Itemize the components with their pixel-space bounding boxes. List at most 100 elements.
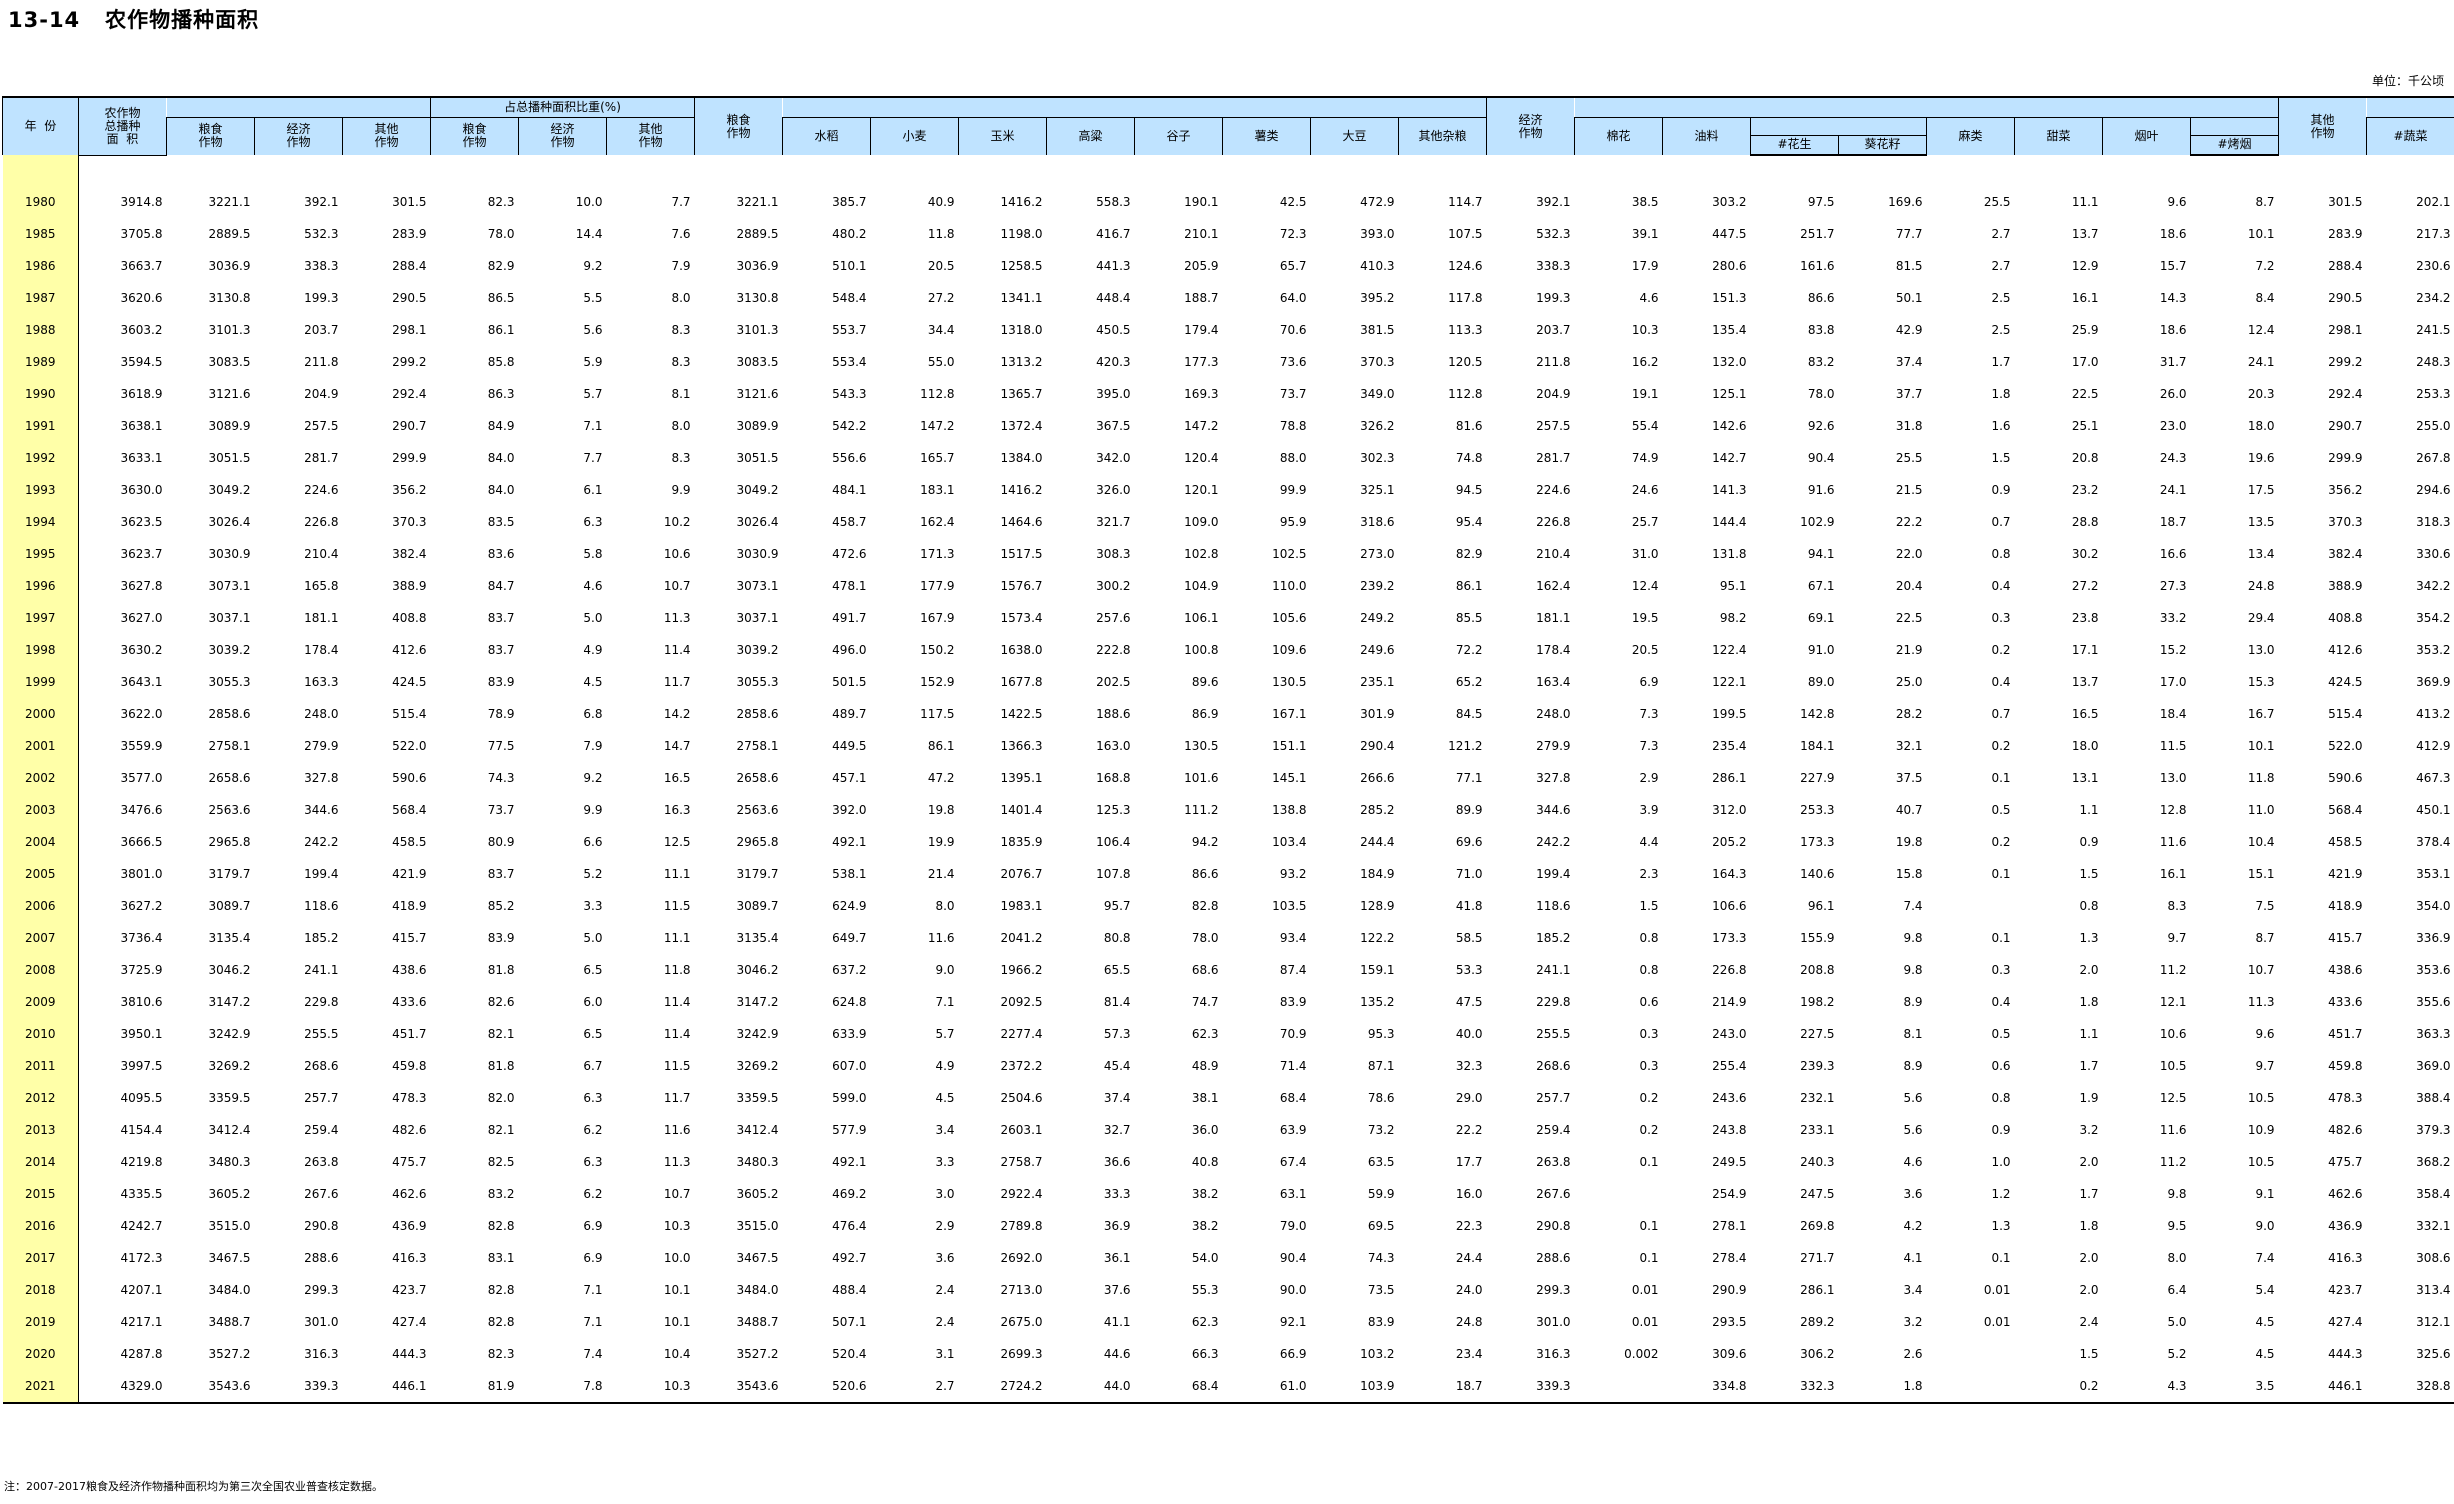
value-cell: 23.8 (2071, 611, 2099, 625)
value-cell: 17.5 (2247, 483, 2275, 497)
header-rice: 水稻 (782, 116, 872, 155)
value-cell: 273.0 (1360, 547, 1395, 561)
value-cell: 155.9 (1800, 931, 1835, 945)
value-cell: 9.8 (2167, 1187, 2187, 1201)
value-cell: 288.6 (304, 1251, 339, 1265)
value-cell: 290.9 (1712, 1283, 1747, 1297)
value-cell: 120.1 (1184, 483, 1219, 497)
value-cell: 2889.5 (736, 227, 779, 241)
value-cell: 349.0 (1360, 387, 1395, 401)
value-cell: 92.6 (1807, 419, 1835, 433)
header-wheat: 小麦 (870, 116, 960, 155)
value-cell: 1401.4 (1000, 803, 1043, 817)
value-cell: 1.8 (2079, 995, 2099, 1009)
value-cell: 2965.8 (736, 835, 779, 849)
value-cell: 120.5 (1448, 355, 1483, 369)
value-cell: 8.7 (2255, 195, 2275, 209)
year-cell: 1997 (2, 602, 79, 634)
year-cell: 2000 (2, 698, 79, 730)
value-cell: 3630.2 (120, 643, 163, 657)
value-cell: 318.3 (2416, 515, 2451, 529)
value-cell: 122.2 (1360, 931, 1395, 945)
value-cell: 3.9 (1639, 803, 1659, 817)
value-cell: 484.1 (832, 483, 867, 497)
year-cell: 1987 (2, 282, 79, 314)
value-cell: 89.0 (1807, 675, 1835, 689)
value-cell: 10.7 (663, 1187, 691, 1201)
value-cell: 179.4 (1184, 323, 1219, 337)
value-cell: 83.9 (487, 931, 515, 945)
value-cell: 198.2 (1800, 995, 1835, 1009)
value-cell: 415.7 (392, 931, 427, 945)
value-cell: 82.9 (1455, 547, 1483, 561)
value-cell: 363.3 (2416, 1027, 2451, 1041)
year-cell: 2012 (2, 1082, 79, 1114)
value-cell: 3242.9 (208, 1027, 251, 1041)
value-cell: 4172.3 (120, 1251, 163, 1265)
value-cell: 89.9 (1455, 803, 1483, 817)
value-cell: 171.3 (920, 547, 955, 561)
value-cell: 299.9 (392, 451, 427, 465)
table-row: 2002 3577.0 2658.6 327.8 590.6 74.3 9.2 16.5 265… (2, 762, 2454, 794)
value-cell: 3359.5 (736, 1091, 779, 1105)
value-cell: 267.8 (2416, 451, 2451, 465)
value-cell: 3026.4 (736, 515, 779, 529)
year-cell: 2019 (2, 1306, 79, 1338)
value-cell: 382.4 (392, 547, 427, 561)
value-cell: 257.5 (1536, 419, 1571, 433)
value-cell: 2.4 (935, 1315, 955, 1329)
value-cell: 515.4 (392, 707, 427, 721)
value-cell: 3643.1 (120, 675, 163, 689)
value-cell: 203.7 (1536, 323, 1571, 337)
value-cell: 3950.1 (120, 1027, 163, 1041)
value-cell: 1.1 (2079, 803, 2099, 817)
value-cell: 243.0 (1712, 1027, 1747, 1041)
value-cell: 356.2 (392, 483, 427, 497)
value-cell: 1.0 (1991, 1155, 2011, 1169)
value-cell: 327.8 (304, 771, 339, 785)
value-cell: 163.4 (1536, 675, 1571, 689)
value-cell: 385.7 (832, 195, 867, 209)
value-cell: 577.9 (832, 1123, 867, 1137)
value-cell: 5.2 (583, 867, 603, 881)
value-cell: 78.8 (1279, 419, 1307, 433)
value-cell: 248.0 (304, 707, 339, 721)
value-cell: 3705.8 (120, 227, 163, 241)
value-cell: 38.1 (1191, 1091, 1219, 1105)
value-cell: 2372.2 (1000, 1059, 1043, 1073)
value-cell: 3036.9 (736, 259, 779, 273)
value-cell: 290.5 (392, 291, 427, 305)
value-cell: 230.6 (2416, 259, 2451, 273)
value-cell: 259.4 (1536, 1123, 1571, 1137)
value-cell: 379.3 (2416, 1123, 2451, 1137)
value-cell: 3.0 (935, 1187, 955, 1201)
value-cell: 3810.6 (120, 995, 163, 1009)
header-share-grain: 粮食 作物 (430, 117, 519, 155)
value-cell: 81.8 (487, 1059, 515, 1073)
value-cell: 82.8 (1191, 899, 1219, 913)
value-cell: 71.4 (1279, 1059, 1307, 1073)
value-cell: 4.5 (2255, 1315, 2275, 1329)
value-cell: 3527.2 (208, 1347, 251, 1361)
value-cell: 14.4 (575, 227, 603, 241)
value-cell: 0.8 (2079, 899, 2099, 913)
value-cell: 3467.5 (208, 1251, 251, 1265)
value-cell: 3055.3 (208, 675, 251, 689)
value-cell: 19.5 (1631, 611, 1659, 625)
value-cell: 556.6 (832, 451, 867, 465)
year-cell: 2004 (2, 826, 79, 858)
value-cell: 2675.0 (1000, 1315, 1043, 1329)
value-cell: 23.2 (2071, 483, 2099, 497)
value-cell: 93.4 (1279, 931, 1307, 945)
value-cell: 211.8 (1536, 355, 1571, 369)
value-cell: 144.4 (1712, 515, 1747, 529)
table-row: 2005 3801.0 3179.7 199.4 421.9 83.7 5.2 11.1 317… (2, 858, 2454, 890)
value-cell: 22.2 (1455, 1123, 1483, 1137)
value-cell: 1.8 (1838, 1370, 1927, 1404)
value-cell: 4.6 (583, 579, 603, 593)
value-cell: 181.1 (304, 611, 339, 625)
value-cell: 1416.2 (1000, 483, 1043, 497)
value-cell: 3089.9 (208, 419, 251, 433)
value-cell: 15.7 (2159, 259, 2187, 273)
value-cell: 6.1 (583, 483, 603, 497)
